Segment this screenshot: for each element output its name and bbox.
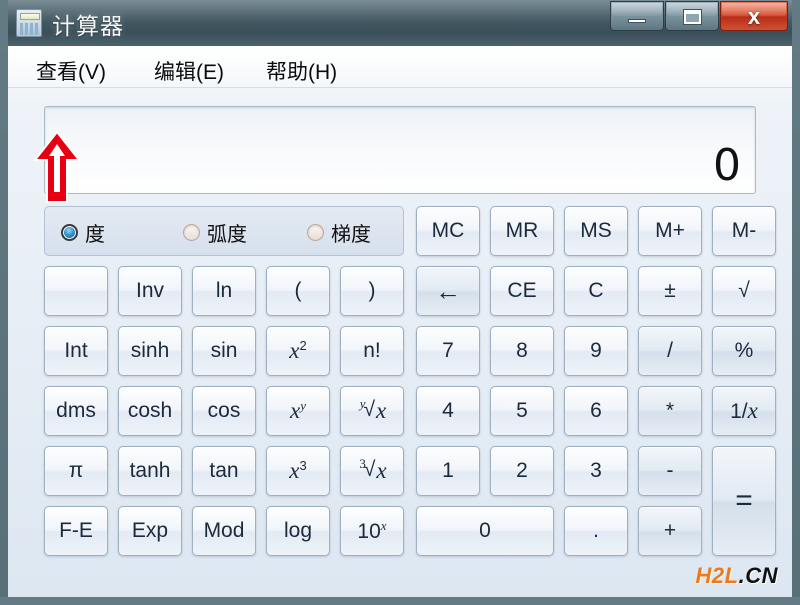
button-y-root-x[interactable]: y√x: [340, 386, 404, 436]
button-equals[interactable]: =: [712, 446, 776, 556]
button-ms[interactable]: MS: [564, 206, 628, 256]
radio-gradians[interactable]: 梯度: [307, 218, 371, 247]
calculator-icon: [16, 9, 42, 37]
menu-item-help[interactable]: 帮助(H): [260, 54, 343, 88]
button-int[interactable]: Int: [44, 326, 108, 376]
close-button[interactable]: x: [720, 1, 788, 31]
button-ln[interactable]: ln: [192, 266, 256, 316]
radio-gradians-dot: [307, 224, 324, 241]
button-pi[interactable]: π: [44, 446, 108, 496]
button-sin[interactable]: sin: [192, 326, 256, 376]
display-value: 0: [713, 140, 741, 191]
menu-item-view[interactable]: 查看(V): [30, 54, 112, 88]
menu-bar: 查看(V) 编辑(E) 帮助(H): [8, 46, 792, 88]
close-icon: x: [721, 4, 787, 30]
button-digit-2[interactable]: 2: [490, 446, 554, 496]
minimize-icon: [628, 19, 646, 23]
maximize-button[interactable]: [665, 1, 719, 31]
watermark-part2: .CN: [739, 563, 778, 588]
button-backspace[interactable]: ←: [416, 266, 480, 316]
button-digit-6[interactable]: 6: [564, 386, 628, 436]
client-area: 查看(V) 编辑(E) 帮助(H) 0 度 弧度 梯度 MC MR MS M+: [8, 46, 792, 597]
button-ce[interactable]: CE: [490, 266, 554, 316]
radio-radians[interactable]: 弧度: [183, 218, 247, 247]
angle-mode-panel: 度 弧度 梯度: [44, 206, 404, 256]
button-digit-0[interactable]: 0: [416, 506, 554, 556]
button-digit-3[interactable]: 3: [564, 446, 628, 496]
button-cosh[interactable]: cosh: [118, 386, 182, 436]
radio-gradians-label: 梯度: [331, 218, 371, 247]
calculator-icon-screen: [20, 13, 40, 20]
title-bar: 计算器 x: [0, 0, 800, 46]
button-factorial[interactable]: n!: [340, 326, 404, 376]
button-minus[interactable]: -: [638, 446, 702, 496]
button-cos[interactable]: cos: [192, 386, 256, 436]
button-decimal-point[interactable]: .: [564, 506, 628, 556]
button-mc[interactable]: MC: [416, 206, 480, 256]
button-divide[interactable]: /: [638, 326, 702, 376]
button-x-power-y[interactable]: xy: [266, 386, 330, 436]
calculator-icon-keys: [20, 23, 40, 35]
button-plus[interactable]: +: [638, 506, 702, 556]
button-digit-1[interactable]: 1: [416, 446, 480, 496]
window-title: 计算器: [52, 7, 124, 41]
button-digit-7[interactable]: 7: [416, 326, 480, 376]
button-log[interactable]: log: [266, 506, 330, 556]
minimize-button[interactable]: [610, 1, 664, 31]
radio-degrees-label: 度: [85, 218, 105, 247]
button-inv[interactable]: Inv: [118, 266, 182, 316]
button-digit-8[interactable]: 8: [490, 326, 554, 376]
button-ten-power-x[interactable]: 10x: [340, 506, 404, 556]
button-sinh[interactable]: sinh: [118, 326, 182, 376]
radio-radians-label: 弧度: [207, 218, 247, 247]
radio-degrees-dot: [61, 224, 78, 241]
maximize-icon: [684, 10, 701, 24]
button-exp[interactable]: Exp: [118, 506, 182, 556]
button-paren-open[interactable]: (: [266, 266, 330, 316]
button-tanh[interactable]: tanh: [118, 446, 182, 496]
button-f-e[interactable]: F-E: [44, 506, 108, 556]
button-dms[interactable]: dms: [44, 386, 108, 436]
button-blank[interactable]: [44, 266, 108, 316]
menu-item-edit[interactable]: 编辑(E): [148, 54, 230, 88]
button-x-cubed[interactable]: x3: [266, 446, 330, 496]
button-digit-9[interactable]: 9: [564, 326, 628, 376]
annotation-arrow-icon: [32, 130, 82, 206]
radio-degrees[interactable]: 度: [61, 218, 105, 247]
calculator-window: 计算器 x 查看(V) 编辑(E) 帮助(H) 0 度: [0, 0, 800, 605]
button-x-squared[interactable]: x2: [266, 326, 330, 376]
watermark-part1: H2L: [696, 563, 739, 588]
button-sqrt[interactable]: √: [712, 266, 776, 316]
watermark: H2L.CN: [696, 563, 778, 589]
button-digit-5[interactable]: 5: [490, 386, 554, 436]
button-mod[interactable]: Mod: [192, 506, 256, 556]
button-cube-root-x[interactable]: 3√x: [340, 446, 404, 496]
button-m-plus[interactable]: M+: [638, 206, 702, 256]
button-paren-close[interactable]: ): [340, 266, 404, 316]
display-field[interactable]: 0: [44, 106, 756, 194]
button-multiply[interactable]: *: [638, 386, 702, 436]
minimize-gloss: [612, 3, 662, 16]
button-tan[interactable]: tan: [192, 446, 256, 496]
button-plus-minus[interactable]: ±: [638, 266, 702, 316]
button-digit-4[interactable]: 4: [416, 386, 480, 436]
button-reciprocal[interactable]: 1/x: [712, 386, 776, 436]
radio-radians-dot: [183, 224, 200, 241]
button-percent[interactable]: %: [712, 326, 776, 376]
button-m-minus[interactable]: M-: [712, 206, 776, 256]
button-c[interactable]: C: [564, 266, 628, 316]
button-mr[interactable]: MR: [490, 206, 554, 256]
backspace-icon: ←: [435, 276, 461, 307]
